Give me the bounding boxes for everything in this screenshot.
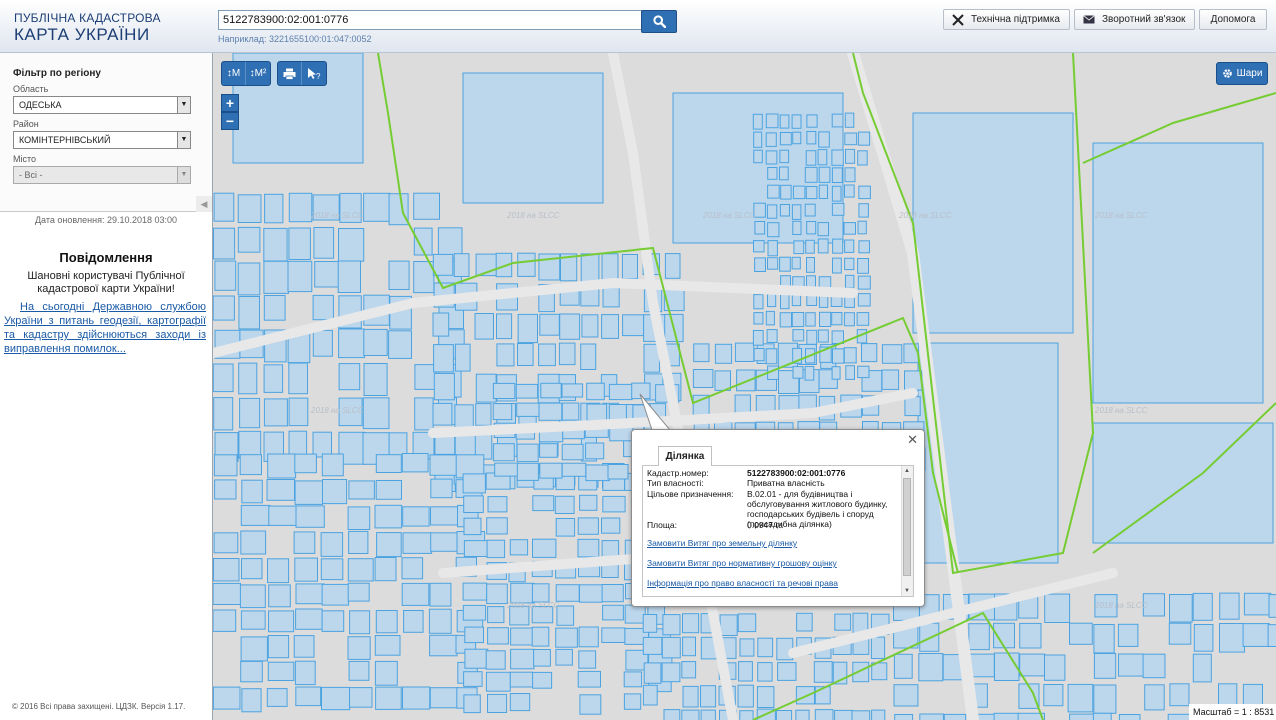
popup-pointer	[639, 393, 672, 431]
scrollbar-thumb[interactable]	[903, 478, 911, 576]
search-button[interactable]	[641, 10, 677, 33]
map-canvas[interactable]	[213, 53, 1276, 720]
region-select-value: ОДЕСЬКА	[19, 100, 62, 110]
chevron-down-icon: ▼	[177, 132, 190, 148]
gear-icon	[1222, 69, 1232, 78]
map-scale: Масштаб = 1 : 8531	[1189, 704, 1276, 720]
watermark: 2018 на SLCC	[1095, 211, 1148, 220]
zoom-out-button[interactable]: −	[221, 112, 239, 130]
watermark: 2018 на SLCC	[311, 406, 364, 415]
sidebar: Фільтр по регіону Область ОДЕСЬКА ▼ Райо…	[0, 53, 212, 720]
measure-area-button[interactable]: ↕М²	[246, 62, 270, 85]
cadastral-search-input[interactable]	[218, 10, 644, 30]
collapse-sidebar-button[interactable]: ◀	[196, 196, 212, 212]
watermark: 2018 на SLCC	[311, 211, 364, 220]
update-date: Дата оновлення: 29.10.2018 03:00	[34, 215, 178, 225]
logo-line-1: ПУБЛІЧНА КАДАСТРОВА	[14, 11, 161, 25]
layers-button[interactable]: Шари	[1216, 62, 1268, 85]
info-cursor-icon: ?	[308, 68, 321, 80]
scroll-up-icon: ▲	[904, 468, 910, 474]
chevron-down-icon: ▼	[177, 97, 190, 113]
ruler-icon: ↕М	[226, 68, 241, 79]
tab-parcel[interactable]: Ділянка	[658, 446, 712, 466]
search-icon	[652, 15, 666, 28]
watermark: 2018 на SLCC	[899, 211, 952, 220]
help-button[interactable]: Допомога	[1199, 9, 1267, 30]
print-icon	[283, 68, 296, 80]
city-select-value: - Всі -	[19, 170, 43, 180]
cadastral-map[interactable]: 2018 на SLCC 2018 на SLCC 2018 на SLCC 2…	[213, 53, 1276, 720]
notification-title: Повідомлення	[59, 250, 153, 265]
order-extract-link[interactable]: Замовити Витяг про земельну ділянку	[647, 538, 797, 548]
district-select-value: КОМІНТЕРНІВСЬКИЙ	[19, 135, 111, 145]
site-logo[interactable]: ПУБЛІЧНА КАДАСТРОВА КАРТА УКРАЇНИ	[14, 12, 161, 43]
parcel-info-popup: ✕ Ділянка Кадастр.номер: 5122783900:02:0…	[631, 429, 925, 607]
region-label: Область	[13, 84, 49, 94]
tech-support-button[interactable]: Технічна підтримка	[943, 9, 1070, 30]
notification-link[interactable]: На сьогодні Державною службою України з …	[4, 300, 206, 356]
envelope-icon	[1083, 15, 1095, 24]
svg-text:?: ?	[316, 72, 321, 80]
popup-row-key: Кадастр.номер:	[647, 468, 709, 478]
region-filter-panel: Фільтр по регіону Область ОДЕСЬКА ▼ Райо…	[0, 53, 212, 212]
city-label: Місто	[13, 154, 37, 164]
identify-button[interactable]: ?	[302, 62, 326, 85]
watermark: 2018 на SLCC	[1095, 601, 1148, 610]
print-info-toolbar: ?	[277, 61, 327, 86]
region-select[interactable]: ОДЕСЬКА ▼	[13, 96, 191, 114]
watermark: 2018 на SLCC	[1095, 406, 1148, 415]
header: ПУБЛІЧНА КАДАСТРОВА КАРТА УКРАЇНИ Наприк…	[0, 0, 1276, 53]
tech-support-label: Технічна підтримка	[971, 14, 1060, 25]
feedback-button[interactable]: Зворотний зв'язок	[1074, 9, 1195, 30]
feedback-label: Зворотний зв'язок	[1102, 14, 1186, 25]
layers-label: Шари	[1236, 68, 1263, 79]
popup-scrollbar[interactable]: ▲ ▼	[901, 466, 913, 596]
watermark: 2018 на SLCC	[703, 211, 756, 220]
help-label: Допомога	[1210, 14, 1256, 25]
tools-icon	[952, 13, 964, 26]
cadastral-number-value: 5122783900:02:001:0776	[747, 468, 846, 478]
logo-line-2: КАРТА УКРАЇНИ	[14, 25, 150, 44]
district-select[interactable]: КОМІНТЕРНІВСЬКИЙ ▼	[13, 131, 191, 149]
copyright: © 2016 Всі права захищені. ЦДЗК. Версія …	[12, 702, 186, 711]
chevron-left-icon: ◀	[200, 198, 208, 209]
print-button[interactable]	[278, 62, 302, 85]
zoom-in-button[interactable]: +	[221, 94, 239, 112]
chevron-down-icon: ▼	[177, 167, 190, 183]
order-valuation-link[interactable]: Замовити Витяг про нормативну грошову оц…	[647, 558, 837, 568]
popup-row-key: Тип власності:	[647, 478, 704, 488]
notification-greeting: Шановні користувачі Публічної кадастрово…	[27, 270, 185, 295]
scroll-down-icon: ▼	[904, 588, 910, 594]
close-icon[interactable]: ✕	[907, 432, 918, 448]
measure-toolbar: ↕М ↕М²	[221, 61, 271, 86]
ownership-info-link[interactable]: Інформація про право власності та речові…	[647, 578, 838, 588]
watermark: 2018 на SLCC	[507, 211, 560, 220]
watermark: 2018 на SLCC	[507, 601, 560, 610]
popup-content: Кадастр.номер: 5122783900:02:001:0776 Ти…	[642, 465, 914, 597]
area-value: 0.0947 га	[747, 520, 784, 530]
ownership-value: Приватна власність	[747, 478, 825, 488]
area-icon: ↕М²	[249, 68, 267, 79]
search-example-hint: Наприклад: 3221655100:01:047:0052	[218, 34, 372, 44]
filter-title: Фільтр по регіону	[13, 68, 101, 79]
popup-row-key: Площа:	[647, 520, 677, 530]
popup-row-key: Цільове призначення:	[647, 489, 734, 499]
measure-distance-button[interactable]: ↕М	[222, 62, 246, 85]
city-select[interactable]: - Всі - ▼	[13, 166, 191, 184]
district-label: Район	[13, 119, 39, 129]
